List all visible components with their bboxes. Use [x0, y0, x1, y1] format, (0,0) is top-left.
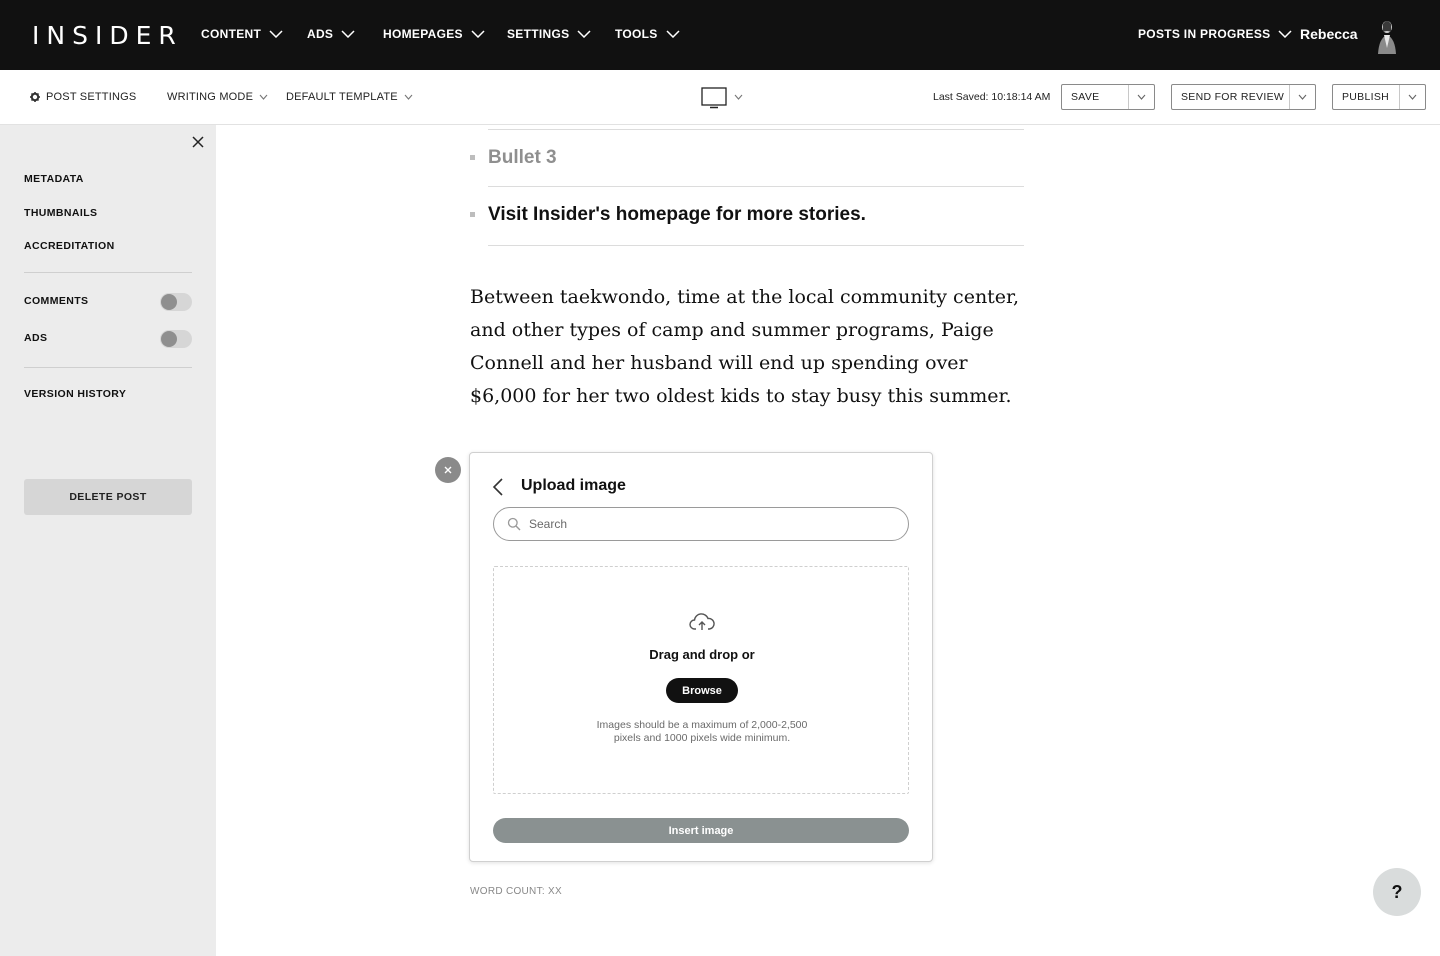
nav-tools-label: TOOLS [615, 27, 658, 41]
post-settings-label: POST SETTINGS [46, 91, 137, 103]
browse-button[interactable]: Browse [666, 678, 738, 703]
close-icon[interactable] [191, 135, 205, 149]
close-icon [444, 466, 452, 474]
bullet-item-3[interactable]: Bullet 3 [488, 147, 557, 169]
nav-tools[interactable]: TOOLS [615, 27, 680, 41]
sidebar-item-thumbnails[interactable]: THUMBNAILS [24, 207, 97, 219]
nav-ads-label: ADS [307, 27, 334, 41]
chevron-down-icon [577, 30, 591, 38]
nav-homepages[interactable]: HOMEPAGES [383, 27, 485, 41]
sidebar-item-version-history[interactable]: VERSION HISTORY [24, 388, 126, 400]
body-paragraph[interactable]: Between taekwondo, time at the local com… [470, 281, 1030, 413]
sidebar-divider [24, 367, 192, 368]
writing-mode-label: WRITING MODE [167, 91, 254, 103]
bullet-item-homepage[interactable]: Visit Insider's homepage for more storie… [488, 204, 866, 226]
word-count: WORD COUNT: XX [470, 886, 562, 897]
nav-settings[interactable]: SETTINGS [507, 27, 591, 41]
bullet-divider [488, 129, 1024, 130]
sidebar-item-accreditation[interactable]: ACCREDITATION [24, 240, 115, 252]
chevron-down-icon [269, 30, 283, 38]
help-button[interactable]: ? [1373, 868, 1421, 916]
nav-settings-label: SETTINGS [507, 27, 570, 41]
chevron-down-icon [471, 30, 485, 38]
image-dropzone[interactable]: Drag and drop or Browse Images should be… [493, 566, 909, 794]
chevron-down-icon [404, 94, 413, 100]
send-for-review-dropdown[interactable] [1289, 85, 1315, 109]
toggle-knob [161, 331, 177, 347]
top-nav: INSIDER CONTENT ADS HOMEPAGES SETTINGS T… [0, 0, 1440, 70]
sidebar-item-metadata[interactable]: METADATA [24, 173, 84, 185]
comments-toggle[interactable] [160, 293, 192, 311]
save-button[interactable]: SAVE [1061, 84, 1155, 110]
chevron-down-icon [666, 30, 680, 38]
save-label: SAVE [1071, 91, 1100, 103]
image-size-hint: Images should be a maximum of 2,000-2,50… [572, 719, 832, 745]
publish-dropdown[interactable] [1399, 85, 1425, 109]
delete-post-button[interactable]: DELETE POST [24, 479, 192, 515]
insider-logo[interactable]: INSIDER [32, 21, 183, 50]
drag-drop-text: Drag and drop or [649, 647, 755, 662]
search-input[interactable] [529, 508, 899, 540]
template-label: DEFAULT TEMPLATE [286, 91, 398, 103]
cloud-upload-icon [689, 613, 715, 630]
chevron-down-icon [259, 94, 268, 100]
chevron-down-icon [1137, 94, 1146, 100]
publish-button[interactable]: PUBLISH [1332, 84, 1426, 110]
bullet-marker [470, 212, 475, 217]
image-size-hint-line-1: Images should be a maximum of 2,000-2,50… [596, 719, 808, 731]
chevron-down-icon [1278, 30, 1292, 38]
nav-content-label: CONTENT [201, 27, 262, 41]
ads-toggle-label: ADS [24, 332, 48, 344]
editor-toolbar: POST SETTINGS WRITING MODE DEFAULT TEMPL… [0, 70, 1440, 125]
posts-in-progress-label: POSTS IN PROGRESS [1138, 27, 1271, 41]
last-saved-text: Last Saved: 10:18:14 AM [933, 91, 1051, 103]
chevron-down-icon [341, 30, 355, 38]
upload-image-panel: Upload image Drag and drop or Browse Ima… [469, 452, 933, 862]
bullet-divider [488, 245, 1024, 246]
upload-image-title: Upload image [521, 477, 626, 494]
image-size-hint-line-2: pixels and 1000 pixels wide minimum. [613, 732, 791, 744]
bullet-marker [470, 155, 475, 160]
chevron-down-icon [1408, 94, 1417, 100]
nav-content[interactable]: CONTENT [201, 27, 283, 41]
ads-toggle[interactable] [160, 330, 192, 348]
image-search-field[interactable] [493, 507, 909, 541]
back-chevron-icon[interactable] [492, 477, 504, 497]
save-dropdown[interactable] [1128, 85, 1154, 109]
publish-label: PUBLISH [1342, 91, 1390, 103]
chevron-down-icon [1298, 94, 1307, 100]
user-name[interactable]: Rebecca [1300, 26, 1358, 42]
post-settings-button[interactable]: POST SETTINGS [30, 91, 136, 103]
post-settings-sidebar: METADATA THUMBNAILS ACCREDITATION COMMEN… [0, 125, 216, 956]
insert-image-button[interactable]: Insert image [493, 818, 909, 843]
nav-posts-in-progress[interactable]: POSTS IN PROGRESS [1138, 27, 1292, 41]
avatar[interactable] [1374, 18, 1400, 54]
send-for-review-button[interactable]: SEND FOR REVIEW [1171, 84, 1316, 110]
sidebar-divider [24, 272, 192, 273]
template-dropdown[interactable]: DEFAULT TEMPLATE [286, 91, 413, 103]
bullet-divider [488, 186, 1024, 187]
nav-homepages-label: HOMEPAGES [383, 27, 463, 41]
nav-ads[interactable]: ADS [307, 27, 355, 41]
remove-image-block-button[interactable] [435, 457, 461, 483]
gear-icon [30, 92, 40, 102]
search-icon [507, 517, 521, 531]
writing-mode-dropdown[interactable]: WRITING MODE [167, 91, 268, 103]
send-for-review-label: SEND FOR REVIEW [1181, 91, 1285, 103]
toggle-knob [161, 294, 177, 310]
monitor-icon[interactable] [701, 87, 727, 109]
comments-toggle-label: COMMENTS [24, 295, 89, 307]
chevron-down-icon[interactable] [734, 94, 743, 100]
